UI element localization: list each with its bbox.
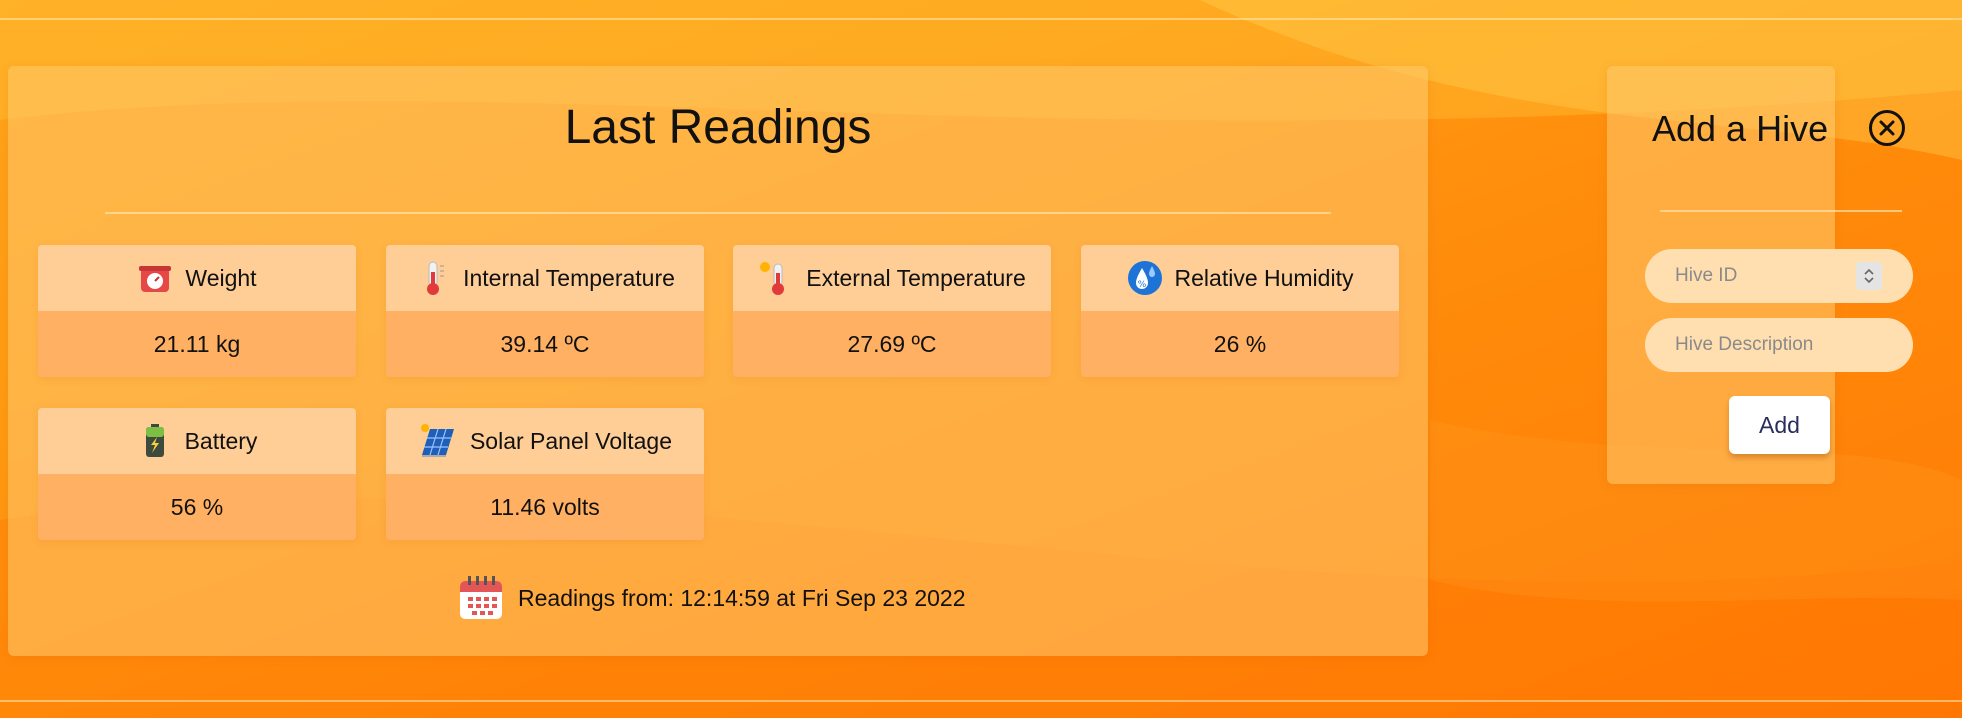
solar-panel-voltage-label: Solar Panel Voltage: [469, 427, 673, 454]
add-hive-title: Add a Hive: [1652, 108, 1829, 149]
scale-icon: [139, 266, 172, 292]
humidity-icon: %: [1127, 261, 1162, 295]
internal-temperature-card: Internal Temperature 39.14 ºC: [386, 245, 704, 377]
relative-humidity-card: % Relative Humidity 26 %: [1081, 245, 1399, 377]
internal-temperature-value: 39.14 ºC: [500, 330, 590, 357]
weight-card: Weight 21.11 kg: [38, 245, 356, 377]
external-temperature-card: External Temperature 27.69 ºC: [733, 245, 1051, 377]
relative-humidity-label: Relative Humidity: [1174, 264, 1354, 291]
readings-divider: [105, 212, 1331, 214]
calendar-icon: [460, 576, 502, 619]
bottom-divider-line: [0, 700, 1962, 702]
close-icon[interactable]: [1868, 109, 1906, 147]
weight-value: 21.11 kg: [153, 330, 241, 357]
readings-timestamp: Readings from: 12:14:59 at Fri Sep 23 20…: [458, 575, 966, 621]
external-temperature-value: 27.69 ºC: [847, 330, 937, 357]
battery-card: Battery 56 %: [38, 408, 356, 540]
sun-thermometer-icon: [760, 262, 785, 295]
thermometer-icon: [427, 261, 445, 295]
weight-label: Weight: [185, 264, 257, 291]
solar-panel-icon: [420, 424, 454, 457]
chevron-up-icon[interactable]: [1863, 268, 1875, 276]
hive-description-input[interactable]: [1645, 318, 1913, 372]
solar-panel-voltage-card: Solar Panel Voltage 11.46 volts: [386, 408, 704, 540]
add-hive-divider: [1660, 210, 1902, 212]
svg-text:%: %: [1137, 280, 1146, 290]
add-hive-button[interactable]: Add: [1729, 396, 1830, 454]
internal-temperature-label: Internal Temperature: [463, 264, 675, 291]
timestamp-text: Readings from: 12:14:59 at Fri Sep 23 20…: [518, 584, 966, 611]
solar-panel-voltage-value: 11.46 volts: [490, 493, 600, 520]
relative-humidity-value: 26 %: [1213, 330, 1267, 357]
battery-value: 56 %: [170, 493, 224, 520]
external-temperature-label: External Temperature: [806, 264, 1026, 291]
top-divider-line: [0, 18, 1962, 20]
chevron-down-icon[interactable]: [1863, 276, 1875, 284]
readings-title: Last Readings: [564, 101, 872, 154]
hive-id-stepper[interactable]: [1856, 262, 1882, 290]
battery-icon: [145, 424, 164, 457]
battery-label: Battery: [184, 427, 258, 454]
